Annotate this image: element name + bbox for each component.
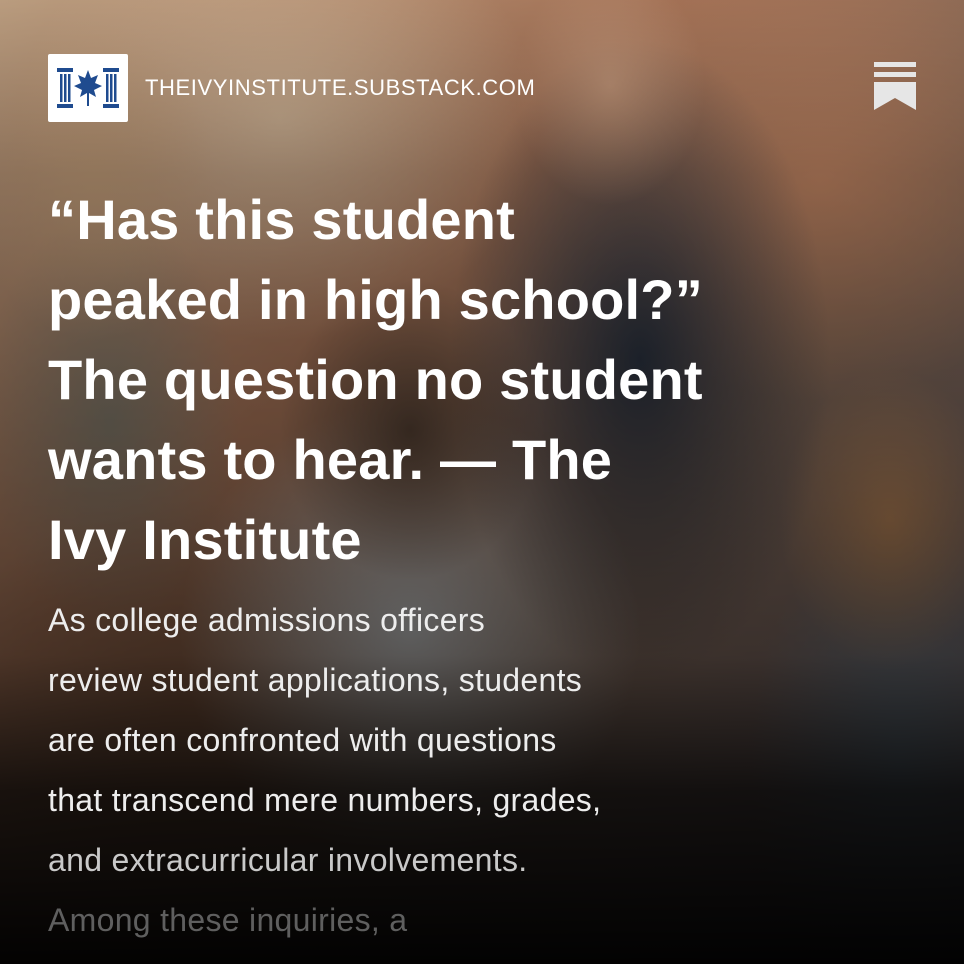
card-header: THEIVYINSTITUTE.SUBSTACK.COM bbox=[48, 54, 916, 122]
ivy-institute-logo-icon[interactable] bbox=[48, 54, 128, 122]
post-title-line: wants to hear. — The bbox=[48, 428, 613, 491]
substack-bookmark-icon[interactable] bbox=[874, 62, 916, 110]
post-excerpt-line: are often confronted with questions bbox=[48, 722, 557, 758]
post-title-line: Ivy Institute bbox=[48, 508, 362, 571]
post-title-line: “Has this student bbox=[48, 188, 516, 251]
post-excerpt-line: As college admissions officers bbox=[48, 602, 486, 638]
post-excerpt-line: review student applications, students bbox=[48, 662, 583, 698]
post-excerpt-line: that transcend mere numbers, grades, bbox=[48, 782, 602, 818]
publication-domain[interactable]: THEIVYINSTITUTE.SUBSTACK.COM bbox=[145, 75, 535, 101]
post-excerpt-line: and extracurricular involvements. bbox=[48, 842, 528, 878]
post-share-card[interactable]: THEIVYINSTITUTE.SUBSTACK.COM “Has this s… bbox=[0, 0, 964, 964]
post-title[interactable]: “Has this student peaked in high school?… bbox=[48, 180, 868, 580]
post-title-line: peaked in high school?” bbox=[48, 268, 703, 331]
post-excerpt: As college admissions officers review st… bbox=[48, 590, 868, 950]
post-excerpt-line: Among these inquiries, a bbox=[48, 902, 408, 938]
post-title-line: The question no student bbox=[48, 348, 703, 411]
